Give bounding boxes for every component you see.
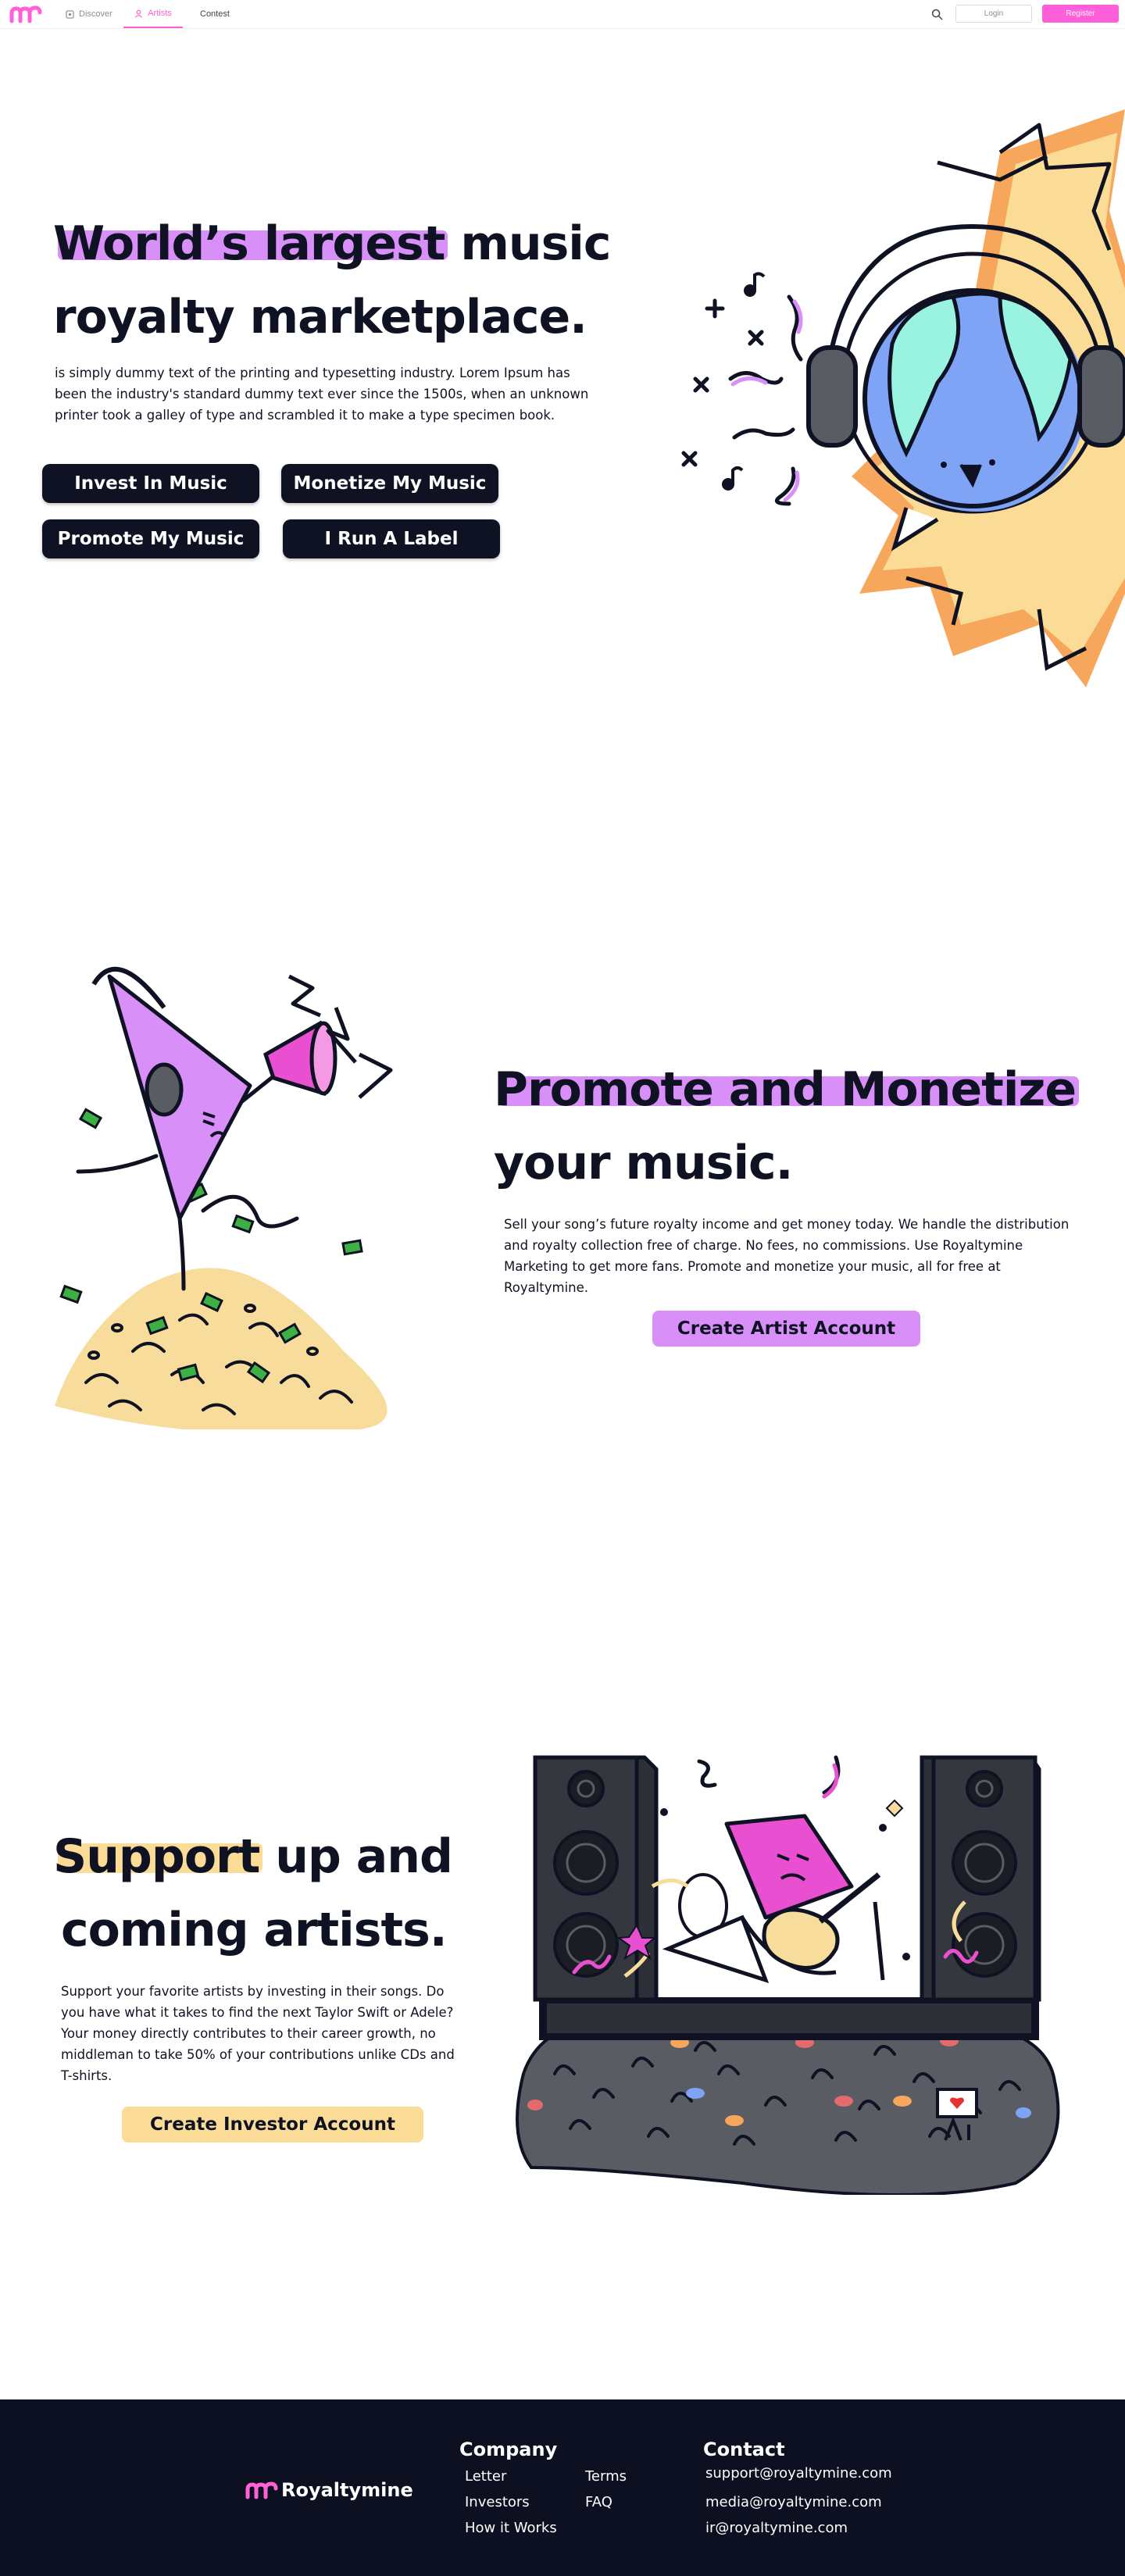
tab-artists[interactable]: Artists — [123, 0, 183, 28]
footer-link-faq[interactable]: FAQ — [585, 2494, 612, 2510]
footer-company-heading: Company — [459, 2439, 558, 2460]
tab-artists-label: Artists — [148, 9, 172, 18]
create-investor-account-button[interactable]: Create Investor Account — [122, 2107, 423, 2143]
compass-icon — [66, 9, 74, 19]
register-button[interactable]: Register — [1042, 5, 1119, 23]
tab-discover[interactable]: Discover — [66, 0, 112, 28]
promote-title-line2: your music. — [494, 1136, 793, 1190]
promote-title-highlight: Promote and Monetize — [494, 1062, 1077, 1117]
footer-contact-heading: Contact — [703, 2439, 785, 2460]
top-nav: Discover Artists Contest Login Register — [0, 0, 1125, 29]
support-title-highlight: Support — [53, 1829, 260, 1884]
footer: Royaltymine Company Letter Investors How… — [0, 2399, 1125, 2576]
hero-description: is simply dummy text of the printing and… — [55, 366, 589, 423]
monetize-my-music-button[interactable]: Monetize My Music — [281, 464, 498, 503]
footer-link-how-it-works[interactable]: How it Works — [465, 2520, 557, 2536]
support-description: Support your favorite artists by investi… — [61, 1984, 455, 2083]
footer-email-ir[interactable]: ir@royaltymine.com — [705, 2520, 848, 2536]
support-title-rest: up and — [259, 1829, 453, 1884]
hero-title-highlight: World’s largest — [53, 216, 445, 271]
concert-stage-illustration — [516, 1755, 1060, 2195]
footer-link-investors[interactable]: Investors — [465, 2494, 530, 2510]
search-icon[interactable] — [931, 9, 943, 20]
footer-email-support[interactable]: support@royaltymine.com — [705, 2465, 892, 2481]
royaltymine-logo — [245, 2481, 278, 2499]
support-title-line2: coming artists. — [61, 1903, 448, 1957]
tab-contest-label: Contest — [200, 9, 230, 19]
invest-in-music-button[interactable]: Invest In Music — [42, 464, 259, 503]
footer-link-letter[interactable]: Letter — [465, 2468, 506, 2485]
login-button[interactable]: Login — [955, 5, 1032, 23]
promote-my-music-button[interactable]: Promote My Music — [42, 519, 259, 558]
footer-email-media[interactable]: media@royaltymine.com — [705, 2494, 882, 2510]
hero-title-rest: music — [445, 216, 611, 271]
hero-title-line1: World’s largest music — [53, 207, 611, 280]
hero-title-line2: royalty marketplace. — [53, 290, 588, 344]
support-title-line1: Support up and — [53, 1820, 453, 1893]
globe-headphones-illustration — [681, 109, 1125, 687]
tab-contest[interactable]: Contest — [200, 0, 230, 28]
footer-logo[interactable]: Royaltymine — [245, 2479, 413, 2501]
royaltymine-logo[interactable] — [9, 5, 42, 23]
tab-discover-label: Discover — [79, 9, 112, 19]
footer-link-terms[interactable]: Terms — [585, 2468, 627, 2485]
create-artist-account-button[interactable]: Create Artist Account — [652, 1311, 920, 1347]
promote-description: Sell your song’s future royalty income a… — [504, 1217, 1070, 1295]
dancing-artist-money-illustration — [55, 966, 393, 1429]
promote-title-line1: Promote and Monetize — [494, 1053, 1077, 1126]
i-run-a-label-button[interactable]: I Run A Label — [283, 519, 500, 558]
user-icon — [135, 9, 143, 18]
footer-brand-name: Royaltymine — [281, 2479, 413, 2501]
